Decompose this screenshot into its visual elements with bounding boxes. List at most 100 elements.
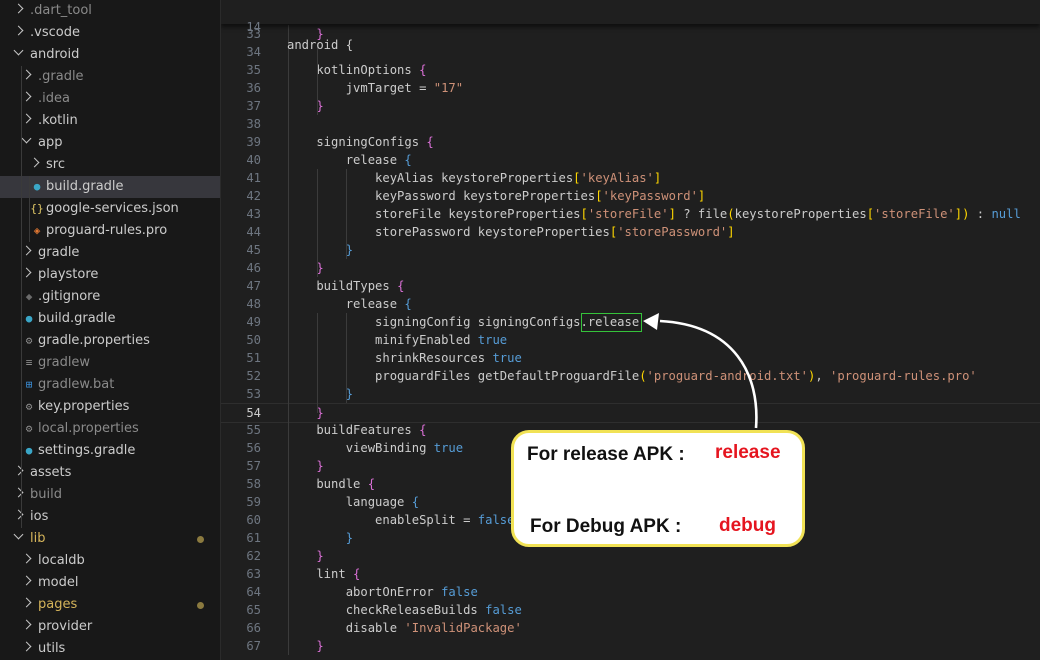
line-number: 47 bbox=[246, 279, 261, 293]
code-line[interactable]: 51 shrinkResources true bbox=[221, 349, 1040, 367]
code-line[interactable]: 35 kotlinOptions { bbox=[221, 61, 1040, 79]
folder-item-provider[interactable]: provider bbox=[0, 616, 220, 638]
gradle-icon: ● bbox=[33, 180, 41, 193]
line-number: 44 bbox=[246, 225, 261, 239]
line-number: 62 bbox=[246, 549, 261, 563]
line-number: 49 bbox=[246, 315, 261, 329]
code-line[interactable]: 63 lint { bbox=[221, 565, 1040, 583]
chevron-right-icon bbox=[21, 69, 32, 80]
tree-item-label: src bbox=[46, 157, 65, 172]
file-item-local-properties[interactable]: ⚙ local.properties bbox=[0, 418, 220, 440]
code-line[interactable]: 45 } bbox=[221, 241, 1040, 259]
code-token: ] bbox=[727, 225, 735, 239]
code-line[interactable]: 48 release { bbox=[221, 295, 1040, 313]
code-line[interactable]: 42 keyPassword keystoreProperties['keyPa… bbox=[221, 187, 1040, 205]
explorer-sidebar: .dart_tool .vscode android .gradle .idea .kot… bbox=[0, 0, 221, 660]
tree-item-label: gradlew.bat bbox=[38, 377, 115, 392]
chevron-right-icon bbox=[21, 553, 32, 564]
sticky-scroll-header[interactable]: 14 android { bbox=[221, 0, 1040, 52]
code-text: } bbox=[287, 457, 323, 475]
folder-item-src[interactable]: src bbox=[0, 154, 220, 176]
folder-item-ios[interactable]: ios bbox=[0, 506, 220, 528]
code-line[interactable]: 46 } bbox=[221, 259, 1040, 277]
file-item-proguard-rules-pro[interactable]: ◈ proguard-rules.pro bbox=[0, 220, 220, 242]
file-item-gitignore[interactable]: ◆ .gitignore bbox=[0, 286, 220, 308]
code-line[interactable]: 65 checkReleaseBuilds false bbox=[221, 601, 1040, 619]
code-editor[interactable]: 33 } 34 35 kotlinOptions {36 jvmTarget = "… bbox=[221, 0, 1040, 660]
code-text: kotlinOptions { bbox=[287, 61, 426, 79]
tree-item-label: key.properties bbox=[38, 399, 130, 414]
folder-item-gradle[interactable]: gradle bbox=[0, 242, 220, 264]
folder-item-vscode[interactable]: .vscode bbox=[0, 22, 220, 44]
sticky-code-text: android { bbox=[287, 36, 353, 54]
editor-indent-guide bbox=[317, 169, 318, 277]
code-line[interactable]: 43 storeFile keystoreProperties['storeFi… bbox=[221, 205, 1040, 223]
code-line[interactable]: 47 buildTypes { bbox=[221, 277, 1040, 295]
file-item-gradle-properties[interactable]: ⚙ gradle.properties bbox=[0, 330, 220, 352]
file-item-gradlew-bat[interactable]: ⊞ gradlew.bat bbox=[0, 374, 220, 396]
code-line[interactable]: 53 } bbox=[221, 385, 1040, 403]
folder-item-pages[interactable]: pages bbox=[0, 594, 220, 616]
code-token: abortOnError bbox=[287, 585, 442, 599]
code-token: ( bbox=[727, 207, 735, 221]
folder-item-lib[interactable]: lib bbox=[0, 528, 220, 550]
code-line[interactable]: 44 storePassword keystoreProperties['sto… bbox=[221, 223, 1040, 241]
folder-item-model[interactable]: model bbox=[0, 572, 220, 594]
folder-item-gradle[interactable]: .gradle bbox=[0, 66, 220, 88]
code-line[interactable]: 37 } bbox=[221, 97, 1040, 115]
folder-item-assets[interactable]: assets bbox=[0, 462, 220, 484]
folder-item-playstore[interactable]: playstore bbox=[0, 264, 220, 286]
code-line[interactable]: 41 keyAlias keystoreProperties['keyAlias… bbox=[221, 169, 1040, 187]
code-line[interactable]: 36 jvmTarget = "17" bbox=[221, 79, 1040, 97]
chevron-right-icon bbox=[13, 25, 24, 36]
code-line[interactable]: 38 bbox=[221, 115, 1040, 133]
code-text: lint { bbox=[287, 565, 360, 583]
folder-item-app[interactable]: app bbox=[0, 132, 220, 154]
code-text: signingConfigs { bbox=[287, 133, 433, 151]
line-number: 50 bbox=[246, 333, 261, 347]
code-line[interactable]: 50 minifyEnabled true bbox=[221, 331, 1040, 349]
code-line[interactable]: 52 proguardFiles getDefaultProguardFile(… bbox=[221, 367, 1040, 385]
code-line[interactable]: 39 signingConfigs { bbox=[221, 133, 1040, 151]
folder-item-dart-tool[interactable]: .dart_tool bbox=[0, 0, 220, 22]
tree-item-label: localdb bbox=[38, 553, 85, 568]
code-text: language { bbox=[287, 493, 419, 511]
line-number: 61 bbox=[246, 531, 261, 545]
file-item-settings-gradle[interactable]: ● settings.gradle bbox=[0, 440, 220, 462]
file-item-google-services-json[interactable]: {} google-services.json bbox=[0, 198, 220, 220]
folder-item-build[interactable]: build bbox=[0, 484, 220, 506]
file-item-build-gradle[interactable]: ● build.gradle bbox=[0, 176, 220, 198]
chevron-down-icon bbox=[13, 529, 24, 540]
code-text: } bbox=[287, 385, 353, 403]
code-line[interactable]: 67 } bbox=[221, 637, 1040, 655]
release-apk-label: For release APK : bbox=[527, 444, 685, 465]
line-number: 14 bbox=[246, 20, 261, 34]
code-line[interactable]: 64 abortOnError false bbox=[221, 583, 1040, 601]
folder-item-utils[interactable]: utils bbox=[0, 638, 220, 660]
code-text: buildFeatures { bbox=[287, 421, 426, 439]
line-number: 43 bbox=[246, 207, 261, 221]
file-item-gradlew[interactable]: ≡ gradlew bbox=[0, 352, 220, 374]
code-text: } bbox=[287, 529, 353, 547]
code-token: disable bbox=[287, 621, 405, 635]
folder-item-kotlin[interactable]: .kotlin bbox=[0, 110, 220, 132]
code-line[interactable]: 62 } bbox=[221, 547, 1040, 565]
code-token: 'InvalidPackage' bbox=[404, 621, 522, 635]
code-token: , bbox=[815, 369, 831, 383]
folder-item-idea[interactable]: .idea bbox=[0, 88, 220, 110]
line-number: 36 bbox=[246, 81, 261, 95]
code-line[interactable]: 40 release { bbox=[221, 151, 1040, 169]
code-line[interactable]: 66 disable 'InvalidPackage' bbox=[221, 619, 1040, 637]
folder-item-localdb[interactable]: localdb bbox=[0, 550, 220, 572]
folder-item-android[interactable]: android bbox=[0, 44, 220, 66]
code-line[interactable]: 54 } bbox=[221, 403, 1040, 423]
pro-icon: ◈ bbox=[33, 224, 41, 237]
file-item-key-properties[interactable]: ⚙ key.properties bbox=[0, 396, 220, 418]
code-text: buildTypes { bbox=[287, 277, 404, 295]
code-token: 'keyAlias' bbox=[580, 171, 654, 185]
file-item-build-gradle[interactable]: ● build.gradle bbox=[0, 308, 220, 330]
tree-item-label: .dart_tool bbox=[30, 3, 92, 18]
